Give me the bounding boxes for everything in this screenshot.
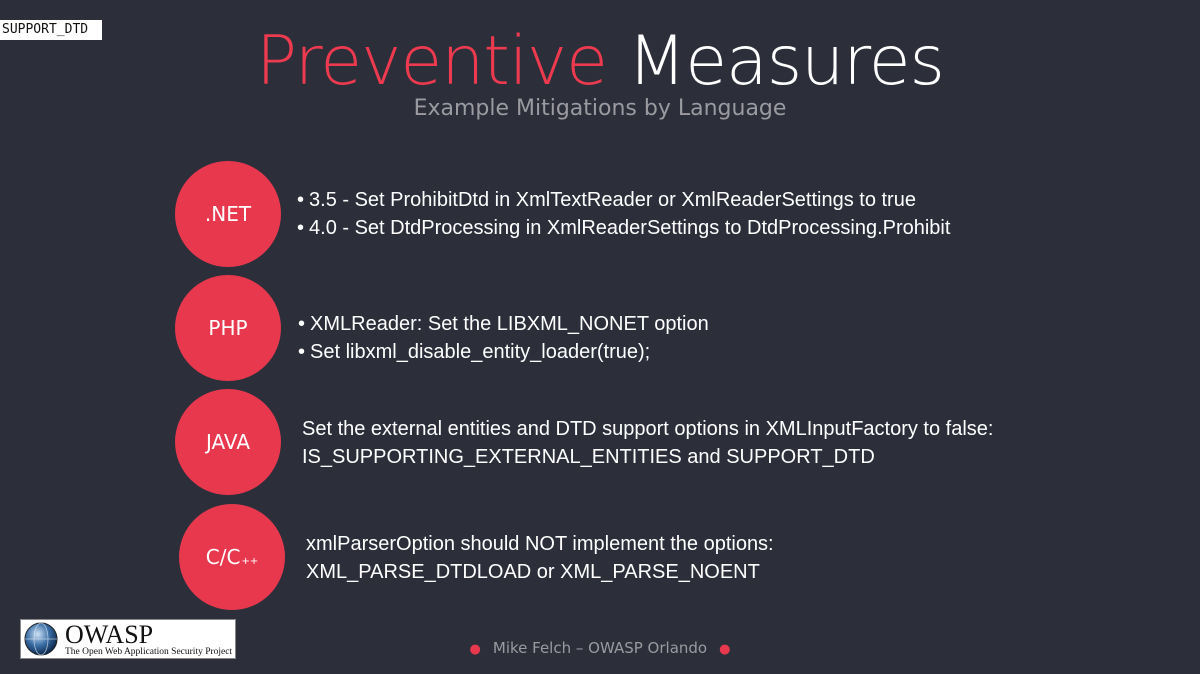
java-line: IS_SUPPORTING_EXTERNAL_ENTITIES and SUPP… <box>302 446 875 468</box>
c-cpp-circle: C/C++ <box>179 504 285 610</box>
java-text: Set the external entities and DTD suppor… <box>302 415 993 471</box>
footer: ● Mike Felch – OWASP Orlando ● <box>0 638 1200 660</box>
c-cpp-label-sup: ++ <box>241 556 259 567</box>
dotnet-bullet: 4.0 - Set DtdProcessing in XmlReaderSett… <box>297 214 950 242</box>
dotnet-circle: .NET <box>175 161 281 267</box>
c-cpp-line: xmlParserOption should NOT implement the… <box>306 533 774 555</box>
dotnet-bullet: 3.5 - Set ProhibitDtd in XmlTextReader o… <box>297 186 950 214</box>
c-cpp-text: xmlParserOption should NOT implement the… <box>306 530 774 586</box>
footer-dot-icon: ● <box>469 642 481 657</box>
java-line: Set the external entities and DTD suppor… <box>302 418 994 440</box>
title-word-preventive: Preventive <box>256 22 608 101</box>
footer-dot-icon: ● <box>719 642 731 657</box>
php-bullet: XMLReader: Set the LIBXML_NONET option <box>298 310 709 338</box>
slide-title: Preventive Measures <box>0 22 1200 102</box>
footer-text: Mike Felch – OWASP Orlando <box>492 639 708 657</box>
java-label: JAVA <box>205 430 251 454</box>
php-bullets: XMLReader: Set the LIBXML_NONET option S… <box>298 310 709 366</box>
c-cpp-label: C/C++ <box>206 545 258 569</box>
c-cpp-line: XML_PARSE_DTDLOAD or XML_PARSE_NOENT <box>306 561 760 583</box>
title-word-measures: Measures <box>627 22 945 101</box>
php-circle: PHP <box>175 275 281 381</box>
c-cpp-label-main: C/C <box>205 545 241 569</box>
slide-subtitle: Example Mitigations by Language <box>413 96 787 121</box>
dotnet-bullets: 3.5 - Set ProhibitDtd in XmlTextReader o… <box>297 186 950 242</box>
php-label: PHP <box>208 316 248 340</box>
java-circle: JAVA <box>175 389 281 495</box>
dotnet-label: .NET <box>204 202 252 226</box>
php-bullet: Set libxml_disable_entity_loader(true); <box>298 338 709 366</box>
